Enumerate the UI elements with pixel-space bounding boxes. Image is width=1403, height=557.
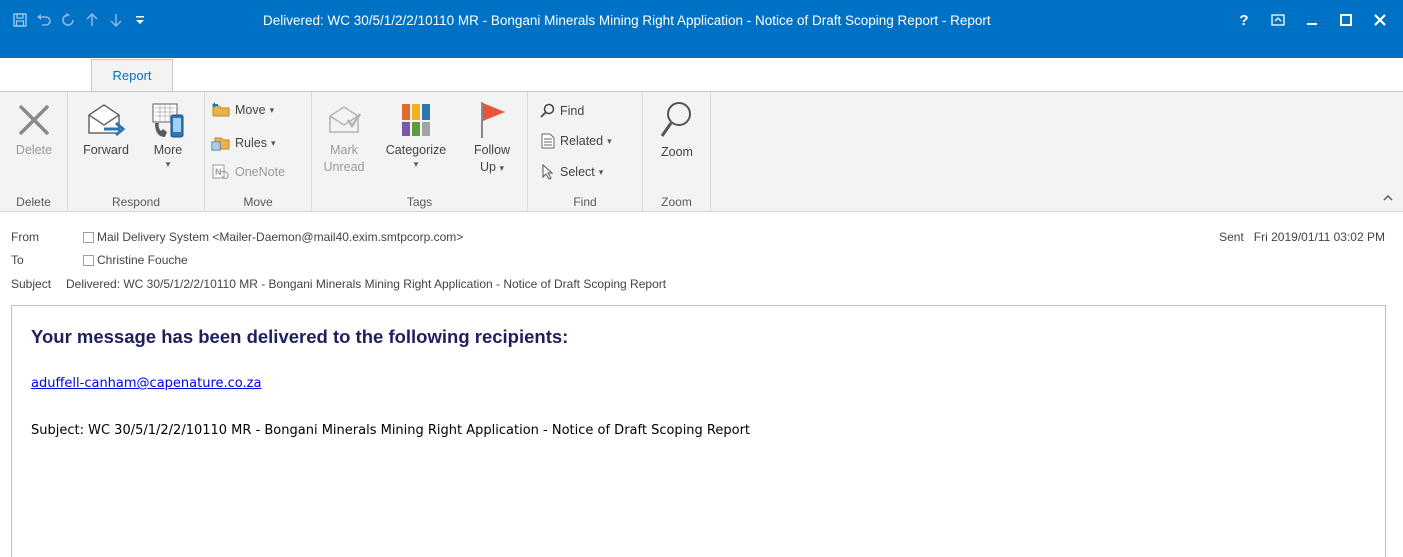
flag-icon xyxy=(465,98,519,142)
document-icon xyxy=(541,133,555,149)
group-label-move: Move xyxy=(243,195,273,209)
move-button[interactable]: Move ▾ xyxy=(211,99,274,121)
contact-checkbox[interactable] xyxy=(83,254,94,266)
onenote-button[interactable]: N OneNote xyxy=(211,161,285,183)
ribbon-group-move: Move ▾ Rules ▾ N OneNote Move xyxy=(205,92,312,212)
original-subject-line: Subject: WC 30/5/1/2/2/10110 MR - Bongan… xyxy=(31,423,751,438)
ribbon-group-respond: Forward More ▾ Respond xyxy=(68,92,205,212)
ribbon-group-delete: Delete Delete xyxy=(0,92,68,212)
subject-value: Delivered: WC 30/5/1/2/2/10110 MR - Bong… xyxy=(66,277,667,291)
group-label-delete: Delete xyxy=(16,195,51,209)
save-icon[interactable] xyxy=(8,9,32,31)
close-icon xyxy=(1374,14,1386,26)
chevron-down-icon: ▾ xyxy=(270,137,276,148)
undo-icon[interactable] xyxy=(32,9,56,31)
up-arrow-icon[interactable] xyxy=(80,9,104,31)
from-label: From xyxy=(11,230,39,244)
more-respond-button[interactable]: More ▾ xyxy=(144,98,192,170)
maximize-icon xyxy=(1340,14,1352,26)
quick-access-toolbar xyxy=(8,9,152,31)
subject-row: Subject Delivered: WC 30/5/1/2/2/10110 M… xyxy=(11,274,666,294)
down-arrow-icon[interactable] xyxy=(104,9,128,31)
zoom-button[interactable]: Zoom xyxy=(653,98,701,161)
delete-button[interactable]: Delete xyxy=(6,98,62,159)
maximize-button[interactable] xyxy=(1329,8,1363,32)
tab-report[interactable]: Report xyxy=(91,59,173,91)
title-bar: Delivered: WC 30/5/1/2/2/10110 MR - Bong… xyxy=(0,0,1403,58)
select-button[interactable]: Select ▾ xyxy=(540,161,603,183)
delete-x-icon xyxy=(6,98,62,142)
delivery-heading: Your message has been delivered to the f… xyxy=(31,326,569,347)
chevron-up-icon xyxy=(1383,195,1393,201)
rules-button[interactable]: Rules ▾ xyxy=(211,132,276,154)
move-folder-icon xyxy=(212,102,230,117)
from-value[interactable]: Mail Delivery System <Mailer-Daemon@mail… xyxy=(97,230,463,244)
ribbon-display-options-button[interactable] xyxy=(1261,8,1295,32)
forward-icon xyxy=(78,98,134,142)
message-body[interactable]: Your message has been delivered to the f… xyxy=(11,305,1386,557)
to-row: To Christine Fouche xyxy=(11,250,188,270)
recipient-link[interactable]: aduffell-canham@capenature.co.za xyxy=(31,376,261,391)
to-value[interactable]: Christine Fouche xyxy=(97,253,188,267)
minimize-button[interactable] xyxy=(1295,8,1329,32)
ribbon-display-icon xyxy=(1271,14,1285,26)
customize-qat-icon[interactable] xyxy=(128,9,152,31)
mark-unread-button[interactable]: Mark Unread xyxy=(322,98,366,176)
chevron-down-icon: ▾ xyxy=(607,135,612,146)
group-label-tags: Tags xyxy=(406,195,433,209)
subject-label: Subject xyxy=(11,277,52,291)
ribbon-group-zoom: Zoom Zoom xyxy=(643,92,711,212)
window-title: Delivered: WC 30/5/1/2/2/10110 MR - Bong… xyxy=(263,13,991,28)
chevron-down-icon: ▾ xyxy=(165,159,171,169)
related-button[interactable]: Related ▾ xyxy=(540,130,612,152)
redo-icon[interactable] xyxy=(56,9,80,31)
find-button[interactable]: Find xyxy=(540,100,584,122)
sent-label: Sent xyxy=(1219,230,1244,244)
chevron-down-icon: ▾ xyxy=(499,163,504,173)
search-icon xyxy=(540,103,555,118)
onenote-icon: N xyxy=(212,164,229,179)
message-header: From Mail Delivery System <Mailer-Daemon… xyxy=(0,212,1403,300)
group-label-find: Find xyxy=(573,195,597,209)
close-button[interactable] xyxy=(1363,8,1397,32)
more-phone-icon xyxy=(144,98,192,142)
help-button[interactable]: ? xyxy=(1227,8,1261,32)
to-label: To xyxy=(11,253,24,267)
sent-info: Sent Fri 2019/01/11 03:02 PM xyxy=(1219,230,1385,244)
forward-button[interactable]: Forward xyxy=(78,98,134,159)
collapse-ribbon-button[interactable] xyxy=(1383,193,1393,205)
contact-checkbox[interactable] xyxy=(83,231,94,243)
tab-file[interactable]: File xyxy=(0,58,58,91)
follow-up-button[interactable]: Follow Up ▾ xyxy=(465,98,519,177)
group-label-zoom: Zoom xyxy=(661,195,692,209)
chevron-down-icon: ▾ xyxy=(269,104,275,115)
zoom-magnifier-icon xyxy=(653,98,701,142)
cursor-arrow-icon xyxy=(542,164,554,180)
window-controls: ? xyxy=(1227,8,1397,32)
chevron-down-icon: ▾ xyxy=(598,166,604,177)
ribbon-group-tags: Mark Unread Categorize ▾ Follow Up ▾ Tag… xyxy=(312,92,528,212)
ribbon-group-find: Find Related ▾ Select ▾ Find xyxy=(528,92,643,212)
from-row: From Mail Delivery System <Mailer-Daemon… xyxy=(11,227,463,247)
ribbon-tab-bar: File Report xyxy=(0,58,1403,91)
rules-icon xyxy=(211,137,230,151)
categorize-button[interactable]: Categorize ▾ xyxy=(374,98,458,170)
categorize-icon xyxy=(374,98,458,142)
minimize-icon xyxy=(1307,23,1317,25)
sent-value: Fri 2019/01/11 03:02 PM xyxy=(1253,230,1385,244)
ribbon: Delete Delete Forward More ▾ Respond Mov… xyxy=(0,91,1403,212)
mark-unread-icon xyxy=(322,98,366,142)
group-label-respond: Respond xyxy=(111,195,161,209)
svg-text:N: N xyxy=(215,167,222,177)
chevron-down-icon: ▾ xyxy=(413,159,419,169)
